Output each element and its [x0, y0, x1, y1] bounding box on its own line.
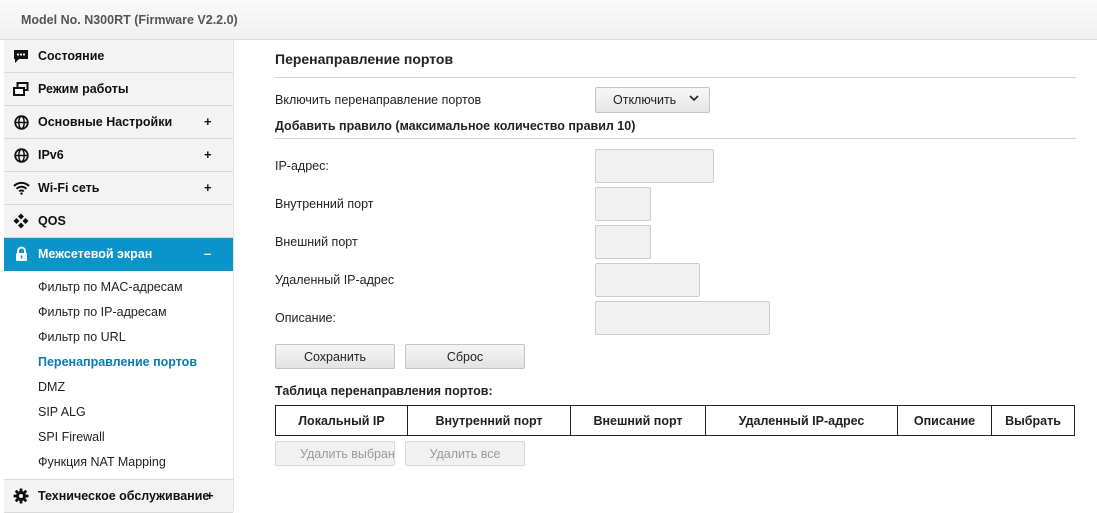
expand-icon[interactable]: + [206, 488, 214, 503]
chevron-down-icon [689, 95, 699, 102]
external-port-label: Внешний порт [275, 235, 358, 249]
remote-ip-input[interactable] [595, 263, 700, 297]
column-header-remote-ip: Удаленный IP-адрес [705, 405, 898, 436]
external-port-input[interactable] [595, 225, 651, 259]
submenu-item-url-filter[interactable]: Фильтр по URL [4, 325, 233, 350]
reset-button[interactable]: Сброс [405, 344, 525, 369]
column-header-description: Описание [897, 405, 992, 436]
chat-icon [12, 47, 30, 65]
submenu-item-ip-filter[interactable]: Фильтр по IP-адресам [4, 300, 233, 325]
wifi-icon [12, 179, 30, 197]
save-button[interactable]: Сохранить [275, 344, 395, 369]
expand-icon[interactable]: + [204, 147, 212, 162]
lock-icon [12, 245, 30, 263]
gear-icon [12, 487, 30, 505]
submenu-item-port-forwarding[interactable]: Перенаправление портов [4, 350, 233, 375]
sidebar-item-qos[interactable]: QOS [4, 205, 233, 238]
top-bar: Model No. N300RT (Firmware V2.2.0) [0, 0, 1097, 40]
ip-label: IP-адрес: [275, 159, 329, 173]
remote-ip-label: Удаленный IP-адрес [275, 273, 395, 287]
submenu-item-mac-filter[interactable]: Фильтр по MAC-адресам [4, 275, 233, 300]
diamond-cluster-icon [12, 212, 30, 230]
expand-icon[interactable]: + [204, 180, 212, 195]
sidebar-item-firewall[interactable]: Межсетевой экран – [4, 238, 233, 271]
divider [275, 77, 1076, 78]
expand-icon[interactable]: + [204, 114, 212, 129]
enable-dropdown[interactable]: Отключить [595, 87, 710, 113]
sidebar-item-label: Wi-Fi сеть [38, 181, 100, 195]
sidebar-item-wifi[interactable]: Wi-Fi сеть + [4, 172, 233, 205]
collapse-icon[interactable]: – [204, 246, 211, 261]
delete-all-button[interactable]: Удалить все [405, 441, 525, 466]
sidebar-item-label: IPv6 [38, 148, 64, 162]
enable-dropdown-value: Отключить [613, 93, 677, 107]
column-header-local-ip: Локальный IP [275, 405, 408, 436]
model-label: Model No. N300RT (Firmware V2.2.0) [21, 13, 238, 27]
internal-port-label: Внутренний порт [275, 197, 374, 211]
sidebar-item-ipv6[interactable]: IPv6 + [4, 139, 233, 172]
column-header-internal-port: Внутренний порт [407, 405, 571, 436]
table-header-row: Локальный IP Внутренний порт Внешний пор… [275, 405, 1075, 436]
sidebar-item-basic-settings[interactable]: Основные Настройки + [4, 106, 233, 139]
windows-icon [12, 80, 30, 98]
sidebar-item-label: QOS [38, 214, 66, 228]
divider [275, 138, 1076, 139]
column-header-external-port: Внешний порт [570, 405, 706, 436]
page-title: Перенаправление портов [275, 51, 454, 67]
internal-port-input[interactable] [595, 187, 651, 221]
submenu-item-sip-alg[interactable]: SIP ALG [4, 400, 233, 425]
submenu-item-dmz[interactable]: DMZ [4, 375, 233, 400]
sidebar-item-label: Основные Настройки [38, 115, 173, 129]
submenu-item-nat-mapping[interactable]: Функция NAT Mapping [4, 450, 233, 475]
sidebar-item-label: Техническое обслуживание [38, 489, 210, 503]
add-rule-title: Добавить правило (максимальное количеств… [275, 119, 636, 133]
sidebar: Состояние Режим работы Основные Настройк… [4, 40, 234, 513]
table-title: Таблица перенаправления портов: [275, 384, 493, 398]
sidebar-item-maintenance[interactable]: Техническое обслуживание + [4, 479, 233, 513]
sidebar-item-label: Состояние [38, 49, 105, 63]
description-label: Описание: [275, 311, 336, 325]
enable-label: Включить перенаправление портов [275, 93, 482, 107]
port-forwarding-table: Локальный IP Внутренний порт Внешний пор… [275, 405, 1075, 436]
delete-selected-button[interactable]: Удалить выбранн [275, 441, 395, 466]
sidebar-item-label: Межсетевой экран [38, 247, 153, 261]
description-input[interactable] [595, 301, 770, 335]
globe-icon [12, 146, 30, 164]
ip-input[interactable] [595, 149, 714, 183]
submenu-item-spi-firewall[interactable]: SPI Firewall [4, 425, 233, 450]
globe-icon [12, 113, 30, 131]
sidebar-item-mode[interactable]: Режим работы [4, 73, 233, 106]
sidebar-item-status[interactable]: Состояние [4, 40, 233, 73]
firewall-submenu: Фильтр по MAC-адресам Фильтр по IP-адрес… [4, 271, 233, 475]
sidebar-item-label: Режим работы [38, 82, 129, 96]
column-header-select: Выбрать [991, 405, 1075, 436]
